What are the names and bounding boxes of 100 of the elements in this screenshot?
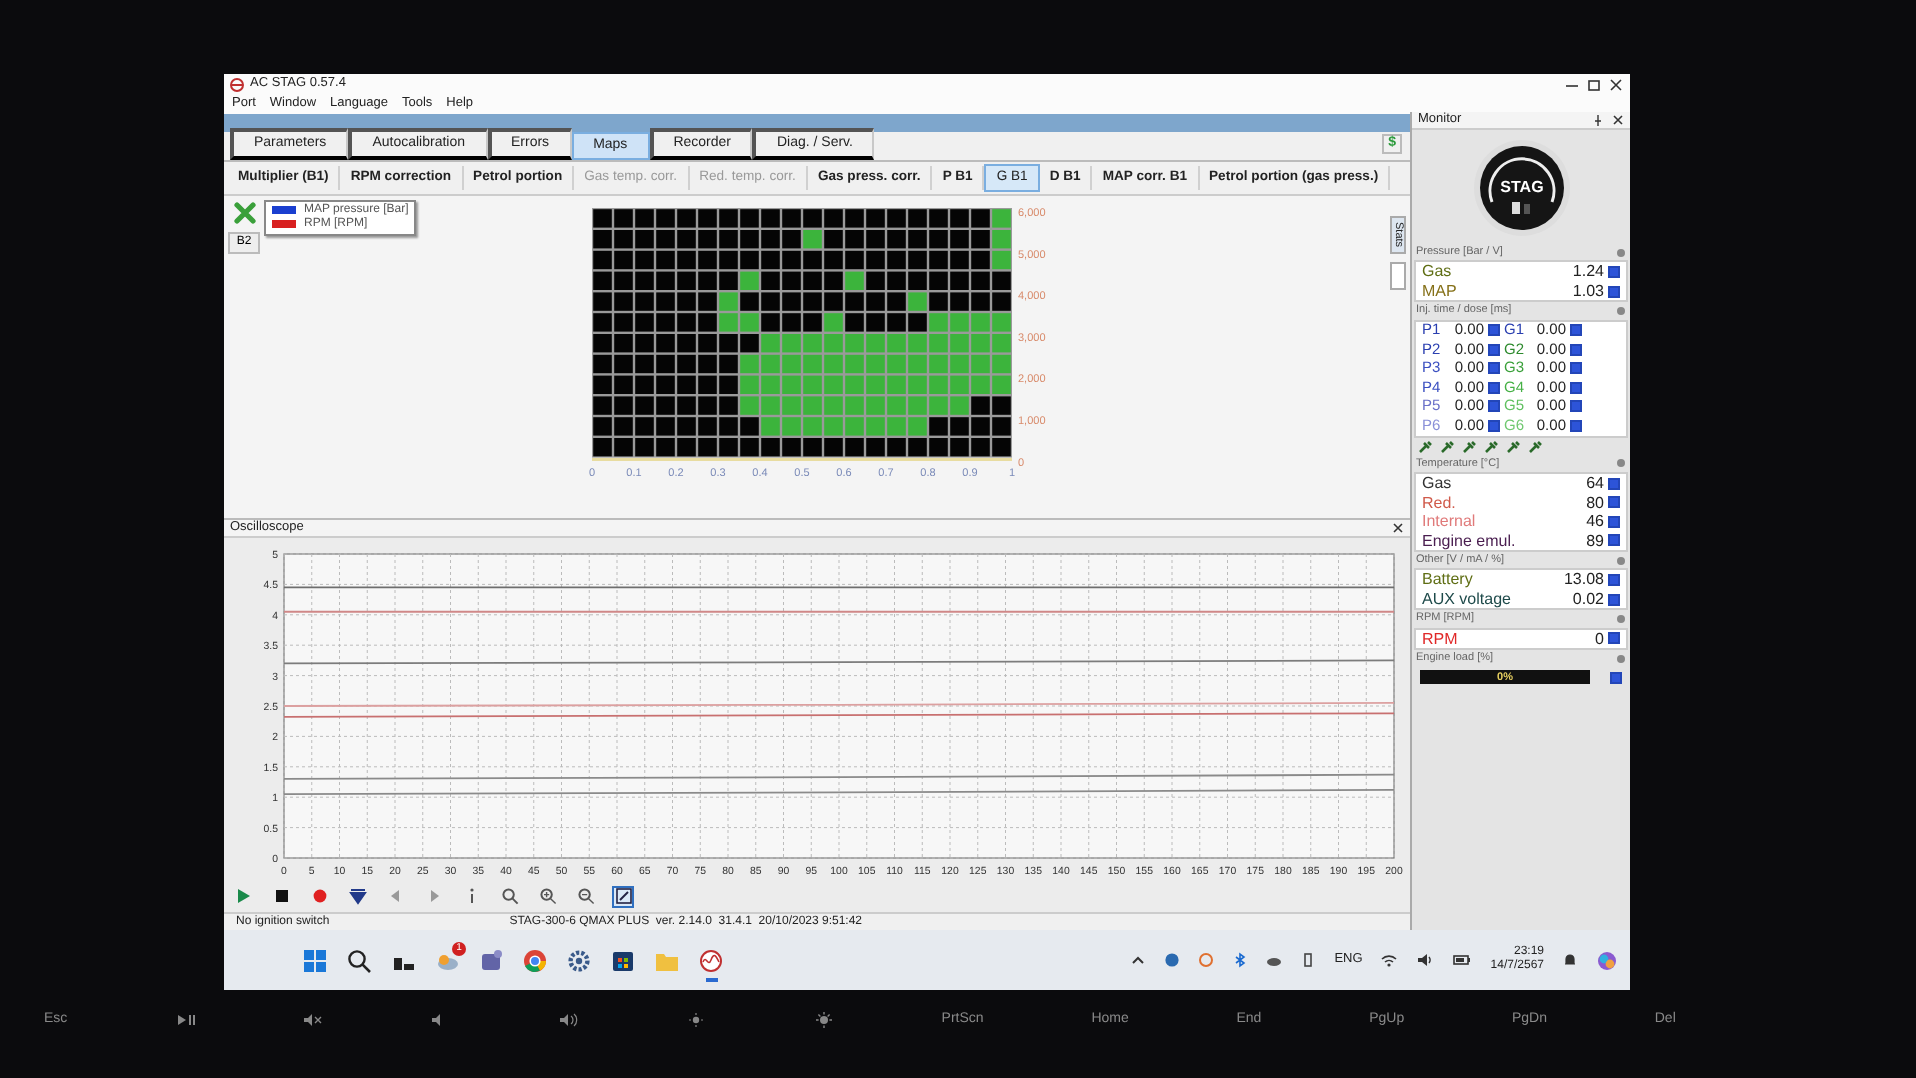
- map-cell[interactable]: [929, 334, 949, 353]
- maximize-icon[interactable]: [1586, 77, 1602, 91]
- map-cell[interactable]: [635, 313, 655, 332]
- checkbox[interactable]: [1570, 324, 1582, 337]
- map-cell[interactable]: [803, 417, 823, 436]
- map-cell[interactable]: [992, 438, 1012, 457]
- map-cell[interactable]: [614, 438, 634, 457]
- stop-button[interactable]: [270, 885, 292, 907]
- map-cell[interactable]: [782, 334, 802, 353]
- download-button[interactable]: [346, 885, 368, 907]
- speaker-icon[interactable]: [1416, 952, 1435, 968]
- map-cell[interactable]: [803, 230, 823, 249]
- pin-icon[interactable]: [1592, 114, 1604, 126]
- map-cell[interactable]: [593, 438, 613, 457]
- search-button[interactable]: [498, 885, 520, 907]
- map-cell[interactable]: [614, 313, 634, 332]
- map-cell[interactable]: [677, 230, 697, 249]
- map-cell[interactable]: [908, 334, 928, 353]
- map-cell[interactable]: [614, 292, 634, 311]
- map-cell[interactable]: [908, 438, 928, 457]
- map-cell[interactable]: [845, 209, 865, 228]
- map-cell[interactable]: [845, 396, 865, 415]
- map-cell[interactable]: [803, 334, 823, 353]
- map-cell[interactable]: [866, 292, 886, 311]
- map-cell[interactable]: [677, 334, 697, 353]
- search-icon[interactable]: [346, 947, 372, 973]
- map-cell[interactable]: [782, 292, 802, 311]
- map-cell[interactable]: [803, 438, 823, 457]
- cloud-icon[interactable]: [1266, 952, 1283, 968]
- zoom-in-button[interactable]: [536, 885, 558, 907]
- teams-icon[interactable]: [478, 947, 504, 973]
- map-cell[interactable]: [635, 334, 655, 353]
- record-button[interactable]: [308, 885, 330, 907]
- map-cell[interactable]: [593, 313, 613, 332]
- map-cell[interactable]: [635, 396, 655, 415]
- map-cell[interactable]: [719, 230, 739, 249]
- map-cell[interactable]: [635, 230, 655, 249]
- map-cell[interactable]: [698, 417, 718, 436]
- wifi-icon[interactable]: [1380, 952, 1399, 968]
- map-cell[interactable]: [992, 292, 1012, 311]
- map-cell[interactable]: [992, 396, 1012, 415]
- map-cell[interactable]: [887, 230, 907, 249]
- map-cell[interactable]: [593, 230, 613, 249]
- map-cell[interactable]: [698, 438, 718, 457]
- checkbox[interactable]: [1608, 574, 1620, 586]
- map-cell[interactable]: [824, 209, 844, 228]
- map-cell[interactable]: [887, 292, 907, 311]
- settings-icon[interactable]: [1616, 555, 1626, 566]
- settings-icon[interactable]: [1616, 247, 1626, 258]
- mute-icon[interactable]: [302, 1012, 323, 1029]
- map-cell[interactable]: [824, 313, 844, 332]
- map-cell[interactable]: [908, 230, 928, 249]
- map-cell[interactable]: [824, 334, 844, 353]
- map-cell[interactable]: [698, 230, 718, 249]
- map-cell[interactable]: [719, 209, 739, 228]
- map-cell[interactable]: [593, 292, 613, 311]
- map-cell[interactable]: [950, 209, 970, 228]
- play-pause-icon[interactable]: [175, 1012, 196, 1029]
- sun-icon[interactable]: [686, 1012, 707, 1029]
- map-cell[interactable]: [971, 438, 991, 457]
- map-cell[interactable]: [866, 334, 886, 353]
- map-cell[interactable]: [845, 417, 865, 436]
- map-cell[interactable]: [656, 230, 676, 249]
- map-cell[interactable]: [635, 417, 655, 436]
- checkbox[interactable]: [1608, 496, 1620, 509]
- map-cell[interactable]: [761, 209, 781, 228]
- map-cell[interactable]: [992, 417, 1012, 436]
- settings-icon[interactable]: [1616, 653, 1626, 664]
- checkbox[interactable]: [1608, 534, 1620, 547]
- map-cell[interactable]: [950, 396, 970, 415]
- map-cell[interactable]: [950, 438, 970, 457]
- checkbox[interactable]: [1608, 285, 1620, 298]
- map-cell[interactable]: [656, 313, 676, 332]
- map-cell[interactable]: [740, 417, 760, 436]
- settings-icon[interactable]: [1616, 305, 1626, 316]
- checkbox[interactable]: [1488, 400, 1500, 413]
- map-cell[interactable]: [698, 396, 718, 415]
- speaker-icon[interactable]: [558, 1012, 579, 1029]
- map-cell[interactable]: [719, 313, 739, 332]
- checkbox[interactable]: [1570, 362, 1582, 375]
- map-cell[interactable]: [971, 292, 991, 311]
- map-cell[interactable]: [656, 438, 676, 457]
- checkbox[interactable]: [1608, 632, 1620, 645]
- map-cell[interactable]: [887, 334, 907, 353]
- checkbox[interactable]: [1608, 593, 1620, 605]
- map-cell[interactable]: [698, 209, 718, 228]
- battery-icon[interactable]: [1452, 952, 1473, 968]
- cross-icon[interactable]: [233, 202, 255, 224]
- map-cell[interactable]: [971, 230, 991, 249]
- map-cell[interactable]: [866, 417, 886, 436]
- map-cell[interactable]: [614, 396, 634, 415]
- map-cell[interactable]: [908, 313, 928, 332]
- map-cell[interactable]: [698, 292, 718, 311]
- map-cell[interactable]: [782, 396, 802, 415]
- map-cell[interactable]: [971, 396, 991, 415]
- checkbox[interactable]: [1488, 419, 1500, 432]
- map-cell[interactable]: [887, 396, 907, 415]
- map-cell[interactable]: [740, 209, 760, 228]
- chevron-up-icon[interactable]: [1130, 952, 1147, 968]
- map-cell[interactable]: [866, 209, 886, 228]
